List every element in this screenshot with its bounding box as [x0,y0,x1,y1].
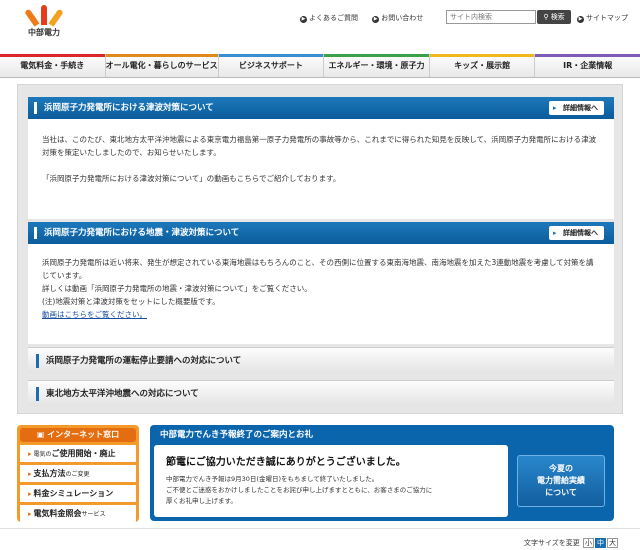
sub-link-tohoku[interactable]: 東北地方太平洋沖地震への対応について [28,380,614,406]
notice-line: ご不便とご迷惑をおかけしましたことをお詫び申し上げますとともに、お客さまのご協力… [166,486,433,494]
internet-item-start-stop[interactable]: 電気のご使用開始・廃止 [20,445,136,462]
internet-item-payment[interactable]: 支払方法のご変更 [20,465,136,482]
site-header: 中部電力 ▶よくあるご質問 ▶お問い合わせ ⚲ 検索 ▶サイトマップ [0,0,640,50]
notice-title: 中部電力でんき予報終了のご案内とお礼 [160,430,314,440]
notice-heading: 節電にご協力いただき誠にありがとうございました。 [166,457,406,468]
flame-logo-icon [24,5,64,27]
notice-line: 中部電力でんき予報は9月30日(金曜日)をもちまして終了いたしました。 [166,475,379,483]
sitemap-link[interactable]: ▶ サイトマップ [577,13,628,23]
section-quake-header: 浜岡原子力発電所における地震・津波対策について 詳細情報へ [28,222,614,244]
sub-link-shutdown[interactable]: 浜岡原子力発電所の運転停止要請への対応について [28,347,614,373]
denki-yoho-notice: 中部電力でんき予報終了のご案内とお礼 節電にご協力いただき誠にありがとうございま… [150,425,614,521]
video-link[interactable]: 動画はこちらをご覧ください。 [42,310,147,319]
divider [0,528,640,529]
section-text: (注)地震対策と津波対策をセットにした概要版です。 [42,297,220,306]
internet-window-title: ▣ インターネット窓口 [20,428,136,442]
section-title: 浜岡原子力発電所における地震・津波対策について [44,228,240,238]
arrow-icon: ▶ [372,16,380,23]
notice-line: 厚くお礼申し上げます。 [166,497,237,505]
internet-window: ▣ インターネット窓口 電気のご使用開始・廃止 支払方法のご変更 料金シミュレー… [17,425,139,522]
font-size-medium-button[interactable]: 中 [595,538,607,548]
arrow-icon: ▶ [300,16,307,23]
font-size-control: 文字サイズを変更 小中大 [524,538,619,548]
chubu-logo[interactable]: 中部電力 [24,5,64,41]
font-size-label: 文字サイズを変更 [524,539,580,547]
section-title: 浜岡原子力発電所における津波対策について [44,103,214,113]
global-nav: 電気料金・手続き オール電化・暮らしのサービス ビジネスサポート エネルギー・環… [0,54,640,78]
notice-body: 節電にご協力いただき誠にありがとうございました。 中部電力でんき予報は9月30日… [154,445,508,517]
section-text: 「浜岡原子力発電所における津波対策について」の動画もこちらでご紹介しております。 [42,174,341,183]
faq-link[interactable]: ▶ よくあるご質問 [300,14,358,23]
internet-item-inquiry[interactable]: 電気料金照会サービス [20,505,136,522]
section-tsunami-header: 浜岡原子力発電所における津波対策について 詳細情報へ [28,97,614,119]
detail-button[interactable]: 詳細情報へ [549,101,604,115]
search-input[interactable] [446,10,536,24]
supply-results-button[interactable]: 今夏の 電力需給実績 について [517,455,605,507]
arrow-icon: ▶ [577,16,584,23]
search-icon: ⚲ [543,13,549,21]
detail-button[interactable]: 詳細情報へ [549,226,604,240]
nav-item-kids[interactable]: キッズ・展示館 [429,54,536,77]
section-text: 当社は、このたび、東北地方太平洋沖地震による東京電力福島第一原子力発電所の事故等… [42,135,597,157]
nav-item-business[interactable]: ビジネスサポート [218,54,325,77]
top-links: ▶ よくあるご質問 ▶ お問い合わせ [300,13,435,23]
internet-item-simulation[interactable]: 料金シミュレーション [20,485,136,502]
section-text: 詳しくは動画「浜岡原子力発電所の地震・津波対策について」をご覧ください。 [42,284,312,293]
monitor-icon: ▣ [36,430,45,439]
section-tsunami-body: 当社は、このたび、東北地方太平洋沖地震による東京電力福島第一原子力発電所の事故等… [28,119,614,219]
section-quake-body: 浜岡原子力発電所は近い将来、発生が想定されている東海地震はもちろんのこと、その西… [28,244,614,344]
search-button[interactable]: ⚲ 検索 [537,10,571,24]
nav-item-energy[interactable]: エネルギー・環境・原子力 [324,54,430,77]
main-panel: 浜岡原子力発電所における津波対策について 詳細情報へ 当社は、このたび、東北地方… [17,84,623,414]
logo-text: 中部電力 [28,28,60,37]
nav-item-all-electric[interactable]: オール電化・暮らしのサービス [105,54,219,77]
font-size-small-button[interactable]: 小 [583,538,595,548]
section-text: 浜岡原子力発電所は近い将来、発生が想定されている東海地震はもちろんのこと、その西… [42,258,594,280]
font-size-large-button[interactable]: 大 [607,538,619,548]
nav-item-ir[interactable]: IR・企業情報 [535,54,640,77]
nav-item-rates[interactable]: 電気料金・手続き [0,54,106,77]
contact-link[interactable]: ▶ お問い合わせ [372,14,423,23]
